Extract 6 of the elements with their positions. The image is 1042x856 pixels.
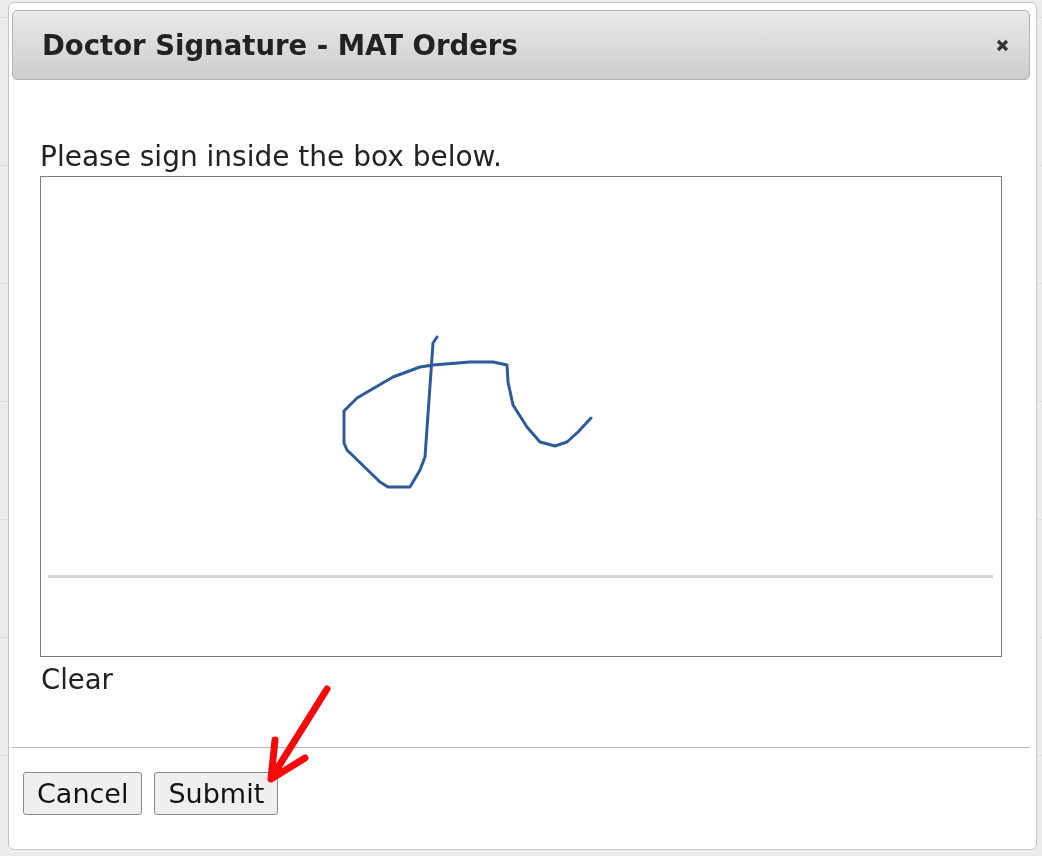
dialog-title: Doctor Signature - MAT Orders [42, 29, 518, 61]
clear-link[interactable]: Clear [41, 663, 113, 695]
close-icon[interactable] [996, 38, 1009, 52]
instruction-text: Please sign inside the box below. [40, 141, 502, 173]
cancel-button[interactable]: Cancel [23, 772, 143, 815]
submit-button[interactable]: Submit [154, 772, 279, 815]
